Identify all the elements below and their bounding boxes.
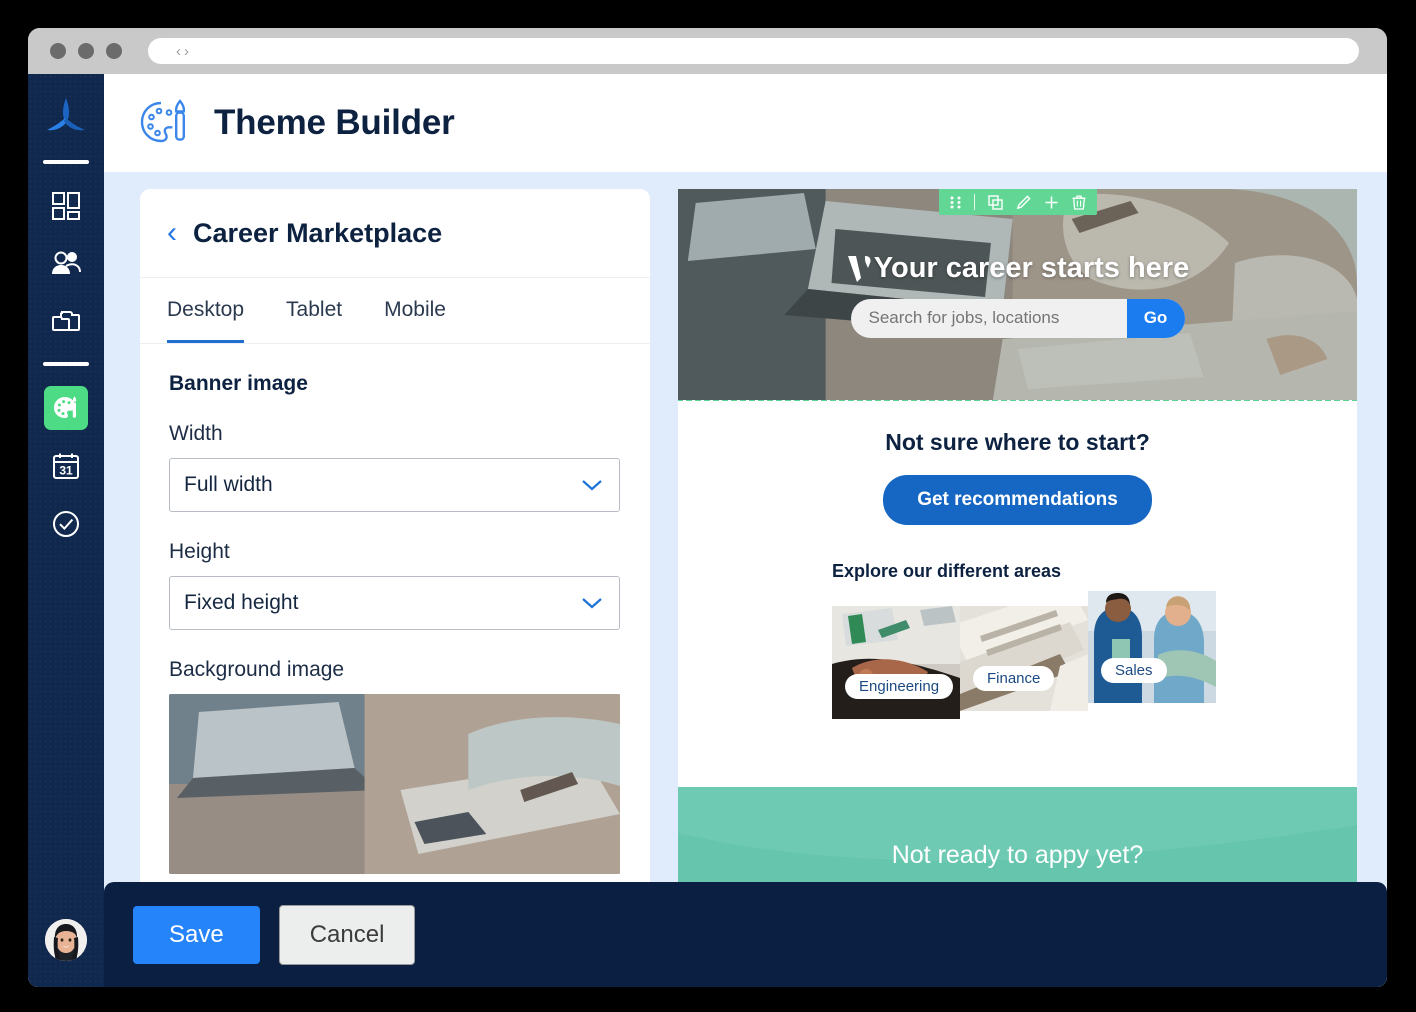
page-title: Theme Builder [214,103,455,142]
height-select[interactable]: Fixed height [169,576,620,630]
sidebar-item-people[interactable] [44,242,88,286]
toolbar-separator [973,194,975,210]
area-card-engineering[interactable]: Engineering [832,606,960,719]
area-card-photo [1088,591,1216,703]
tab-desktop[interactable]: Desktop [167,278,245,343]
action-bar: Save Cancel [104,882,1387,987]
sidebar: 31 [28,74,104,987]
sidebar-item-tasks[interactable] [44,502,88,546]
banner-content: Your career starts here Go [678,189,1357,400]
width-label: Width [169,422,223,445]
cancel-button[interactable]: Cancel [278,904,416,965]
banner-block[interactable]: Your career starts here Go [678,189,1357,401]
preview-panel: Your career starts here Go Not sure wher… [678,189,1357,987]
panel-header: ‹ Career Marketplace [140,189,650,278]
banner-headline-row: Your career starts here [846,252,1189,285]
sidebar-item-dashboard[interactable] [44,184,88,228]
sidebar-item-theme-builder[interactable] [44,386,88,430]
area-card-photo [832,606,960,719]
workspace: ‹ Career Marketplace Desktop Tablet Mobi… [104,172,1387,987]
banner-search-bar: Go [850,298,1185,338]
pencil-icon[interactable] [1016,194,1031,210]
tab-tablet[interactable]: Tablet [286,278,342,343]
app-body: 31 Theme Builder ‹ Career Marketplace De… [28,74,1387,987]
recommendation-section: Not sure where to start? Get recommendat… [678,400,1357,525]
sidebar-divider [43,160,89,164]
recommendation-heading: Not sure where to start? [885,429,1150,455]
window-maximize-button[interactable] [106,43,122,59]
area-card-sales[interactable]: Sales [1088,591,1216,703]
check-circle-icon [53,511,79,537]
search-go-button[interactable]: Go [1126,298,1185,338]
background-image-label: Background image [169,658,345,681]
areas-heading: Explore our different areas [832,561,1062,581]
window-close-button[interactable] [50,43,66,59]
copy-icon[interactable] [987,194,1003,210]
background-image-preview [169,694,620,874]
chevron-down-icon [582,480,602,491]
preview-canvas: Your career starts here Go Not sure wher… [678,189,1357,987]
drag-handle-icon[interactable] [950,196,961,209]
trash-icon[interactable] [1072,195,1086,210]
chevron-down-icon [582,598,602,609]
palette-icon [140,99,186,143]
height-label: Height [169,540,230,563]
areas-section: Explore our different areas Engineering … [832,561,1226,719]
settings-panel: ‹ Career Marketplace Desktop Tablet Mobi… [140,189,650,987]
area-card-label: Finance [973,666,1055,691]
area-card-label: Engineering [845,674,954,699]
areas-row: Engineering Finance Sales [832,591,1226,719]
talent-heading: Not ready to appy yet? [891,841,1144,869]
area-card-photo [960,606,1088,711]
get-recommendations-button[interactable]: Get recommendations [883,475,1152,525]
sidebar-divider-2 [43,362,89,366]
save-button[interactable]: Save [133,905,260,964]
folders-icon [52,311,80,331]
avatar[interactable] [45,919,87,961]
width-select[interactable]: Full width [169,458,620,512]
section-label-banner-image: Banner image [169,372,308,395]
palette-icon [54,396,77,418]
plus-icon[interactable] [1044,195,1059,210]
area-card-finance[interactable]: Finance [960,606,1088,711]
people-icon [52,251,81,274]
main-column: Theme Builder ‹ Career Marketplace Deskt… [104,74,1387,987]
width-select-value: Full width [184,473,273,496]
sidebar-item-calendar[interactable]: 31 [44,444,88,488]
back-chevron-icon[interactable]: ‹ [167,218,177,248]
chevron-left-icon[interactable]: ‹› [176,44,192,59]
browser-window: ‹› 31 Theme Builder ‹ Career Marketplace… [28,28,1387,987]
area-card-label: Sales [1101,658,1167,683]
device-tabs: Desktop Tablet Mobile [140,278,650,344]
tab-mobile[interactable]: Mobile [384,278,446,343]
search-input[interactable] [850,298,1127,338]
window-minimize-button[interactable] [78,43,94,59]
brand-v-mark-icon [847,256,871,282]
calendar-icon: 31 [53,453,79,479]
calendar-day-label: 31 [59,464,73,478]
browser-chrome: ‹› [28,28,1387,74]
app-header: Theme Builder [104,74,1387,172]
banner-headline: Your career starts here [873,251,1190,284]
sidebar-item-folders[interactable] [44,300,88,344]
background-image-thumbnail[interactable] [169,694,620,874]
dashboard-icon [52,192,80,220]
app-logo-icon[interactable] [45,96,87,142]
block-toolbar [938,189,1097,215]
panel-title: Career Marketplace [193,217,443,248]
avatar-photo [45,919,87,961]
address-bar[interactable]: ‹› [148,38,1359,64]
height-select-value: Fixed height [184,591,299,614]
